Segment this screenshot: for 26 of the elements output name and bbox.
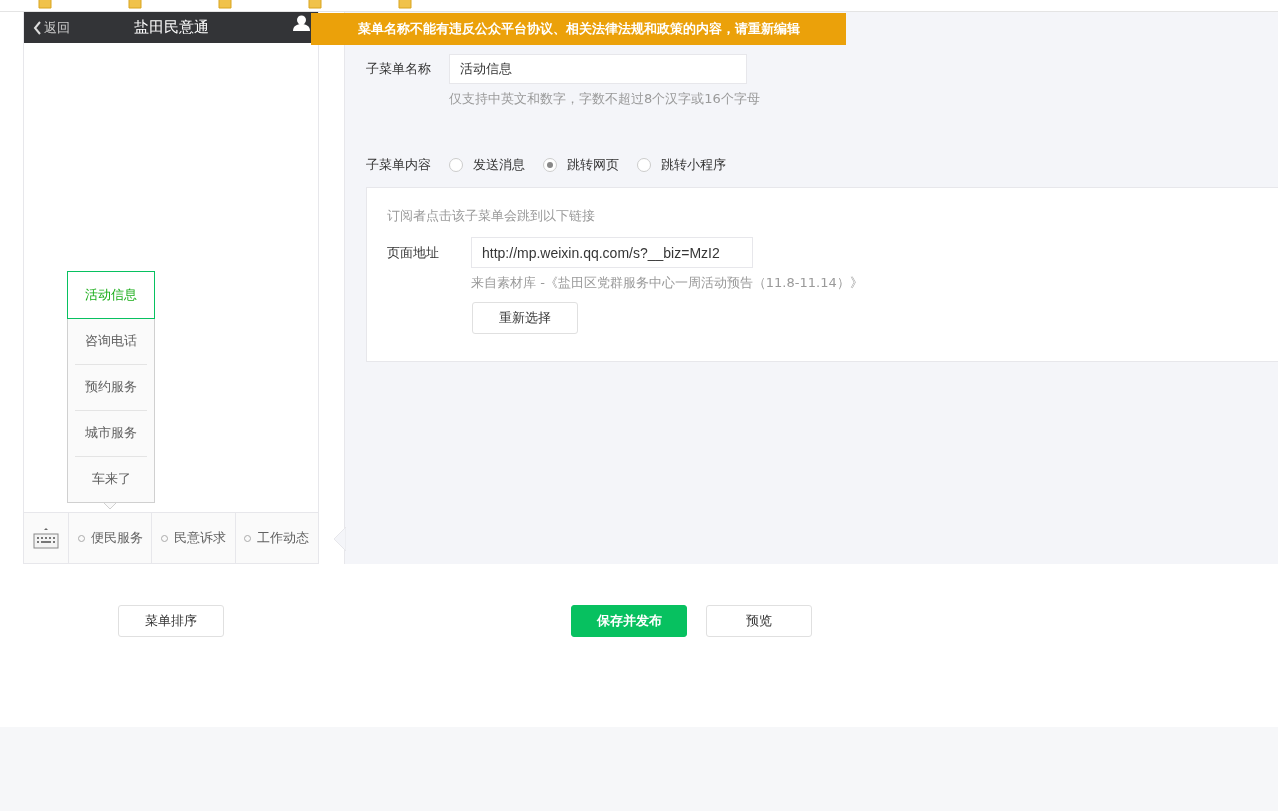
submenu-item[interactable]: 预约服务	[68, 364, 154, 410]
menu-item[interactable]: 民意诉求	[152, 513, 236, 563]
menu-item[interactable]: 便民服务	[69, 513, 153, 563]
preview-button[interactable]: 预览	[706, 605, 812, 637]
submenu-item[interactable]: 车来了	[68, 456, 154, 502]
sort-menu-button[interactable]: 菜单排序	[118, 605, 224, 637]
radio-option[interactable]: 跳转小程序	[637, 150, 726, 180]
keyboard-icon[interactable]	[33, 527, 59, 549]
radio-option[interactable]: 跳转网页	[543, 150, 619, 180]
field-label: 子菜单名称	[366, 60, 432, 78]
field-hint: 仅支持中英文和数字，字数不超过8个汉字或16个字母	[449, 90, 761, 108]
menu-name-field[interactable]: 活动信息	[449, 54, 747, 84]
field-label: 页面地址	[387, 243, 440, 262]
field-label: 子菜单内容	[366, 156, 431, 174]
radio-option[interactable]: 发送消息	[449, 150, 525, 180]
reselect-button[interactable]: 重新选择	[472, 302, 578, 334]
user-icon[interactable]	[293, 15, 310, 31]
chevron-left-icon	[33, 20, 42, 35]
panel-hint: 订阅者点击该子菜单会跳到以下链接	[387, 207, 596, 225]
back-button[interactable]: 返回	[24, 18, 70, 37]
submenu-item[interactable]: 城市服务	[68, 410, 154, 456]
url-field[interactable]: http://mp.weixin.qq.com/s?__biz=MzI2	[471, 237, 753, 268]
menu-item[interactable]: 工作动态	[235, 513, 318, 563]
warning-banner-text: 菜单名称不能有违反公众平台协议、相关法律法规和政策的内容，请重新编辑	[357, 20, 800, 38]
account-title: 盐田民意通	[134, 18, 209, 37]
submenu-item[interactable]: 咨询电话	[68, 318, 154, 364]
